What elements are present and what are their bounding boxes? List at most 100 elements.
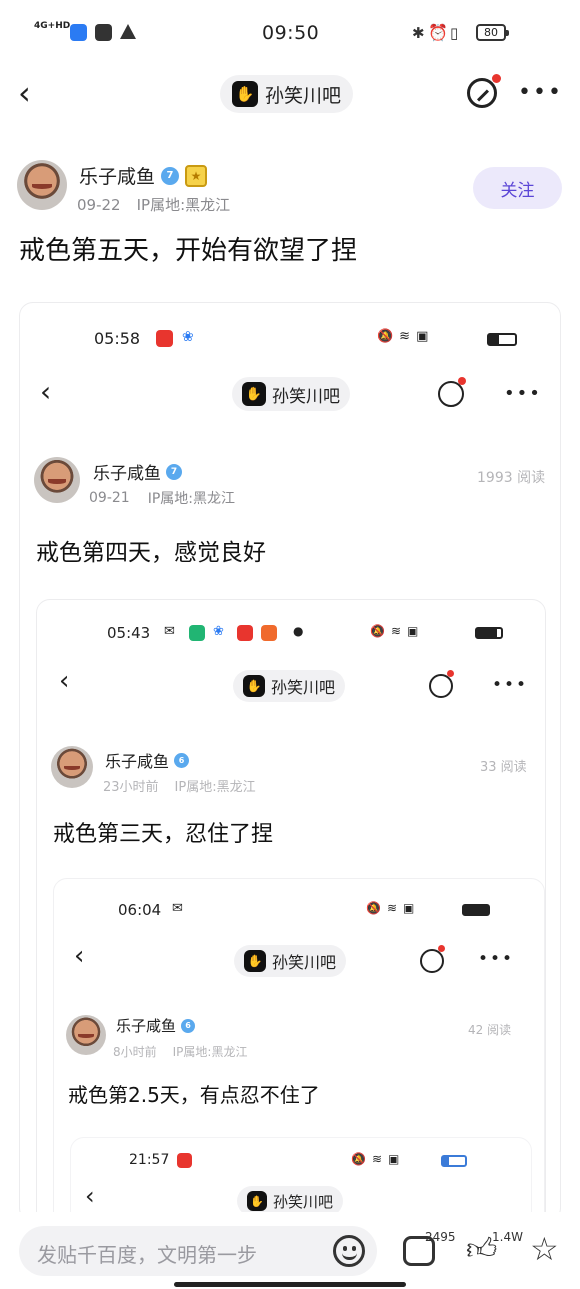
emoji-button[interactable] bbox=[333, 1235, 365, 1267]
post-title: 戒色第五天，开始有欲望了捏 bbox=[19, 236, 358, 266]
shot2-back-icon: ‹ bbox=[59, 666, 70, 696]
shot3-avatar bbox=[66, 1015, 106, 1055]
shot1-ip: IP属地:黑龙江 bbox=[147, 491, 235, 507]
reply-placeholder: 发贴千百度，文明第一步 bbox=[37, 1243, 257, 1267]
level-badge-icon: 7 bbox=[161, 166, 180, 185]
pencil-icon bbox=[476, 89, 490, 102]
shot2-avatar bbox=[51, 746, 93, 788]
shot4-app-icon bbox=[177, 1153, 192, 1168]
shot1-date: 09-21 bbox=[89, 490, 130, 506]
shot1-edit-icon bbox=[438, 377, 466, 407]
shot1-author-name: 乐子咸鱼 bbox=[93, 464, 161, 484]
shot2-forum-name: 孙笑川吧 bbox=[271, 678, 336, 697]
shot2-time: 05:43 bbox=[107, 624, 151, 642]
shot3-title: 戒色第2.5天，有点忍不住了 bbox=[68, 1083, 320, 1107]
shot1-meta: 09-21 IP属地:黑龙江 bbox=[89, 488, 235, 508]
shot3-reads: 42 阅读 bbox=[468, 1023, 512, 1037]
shot3-image: 06:04 ✉ 🔕≋▣ ‹ ✋ 孙笑川吧 ••• 乐子咸鱼 6 8小时前 IP属… bbox=[53, 878, 545, 1221]
forum-pill[interactable]: ✋ 孙笑川吧 bbox=[220, 75, 354, 113]
shot3-forum-avatar-icon: ✋ bbox=[244, 950, 266, 972]
shot1-time: 05:58 bbox=[94, 329, 141, 348]
alarm-icon: ⏰ bbox=[428, 23, 448, 42]
shot1-forum-name: 孙笑川吧 bbox=[272, 386, 340, 407]
status-time: 09:50 bbox=[262, 22, 320, 44]
post-date: 09-22 bbox=[77, 195, 121, 214]
shot1-more-icon: ••• bbox=[504, 383, 542, 404]
orange-app-icon bbox=[261, 625, 277, 641]
notification-dot bbox=[492, 74, 501, 83]
shot2-ip: IP属地:黑龙江 bbox=[174, 780, 256, 795]
shot3-meta: 8小时前 IP属地:黑龙江 bbox=[113, 1043, 247, 1060]
shot2-reads: 33 阅读 bbox=[480, 760, 527, 775]
shot2-battery-icon bbox=[475, 627, 503, 639]
comment-count: 2495 bbox=[425, 1230, 456, 1244]
shot4-battery-icon bbox=[441, 1155, 467, 1167]
reply-input[interactable]: 发贴千百度，文明第一步 bbox=[19, 1226, 377, 1276]
shot1-forum-avatar-icon: ✋ bbox=[242, 382, 266, 406]
shot3-more-icon: ••• bbox=[478, 949, 515, 969]
shot1-back-icon: ‹ bbox=[40, 375, 52, 408]
shot4-forum-name: 孙笑川吧 bbox=[273, 1192, 334, 1211]
author-line: 乐子咸鱼 7 ★ bbox=[79, 162, 208, 189]
more-menu-button[interactable]: ••• bbox=[518, 80, 563, 105]
shot3-forum-pill: ✋ 孙笑川吧 bbox=[234, 945, 347, 977]
shot2-music-icon bbox=[237, 625, 253, 641]
shot4-image: 21:57 🔕≋▣ ‹ ✋ 孙笑川吧 bbox=[70, 1137, 532, 1221]
shot1-level-badge-icon: 7 bbox=[166, 463, 182, 480]
author-name[interactable]: 乐子咸鱼 bbox=[79, 162, 155, 189]
edit-post-button[interactable] bbox=[467, 74, 501, 108]
medal-icon: ★ bbox=[185, 164, 208, 187]
back-button[interactable]: ‹ bbox=[18, 74, 52, 114]
shot2-forum-avatar-icon: ✋ bbox=[243, 675, 265, 697]
vibrate-icon: ▯ bbox=[450, 24, 459, 42]
home-indicator bbox=[174, 1282, 406, 1287]
shot1-title: 戒色第四天，感觉良好 bbox=[36, 540, 266, 566]
battery-indicator: 80 bbox=[476, 24, 509, 41]
shot2-author-name: 乐子咸鱼 bbox=[105, 752, 170, 771]
favorite-star-button[interactable]: ☆ bbox=[530, 1230, 559, 1268]
shot1-status-icons: 🔕≋▣ bbox=[377, 329, 435, 344]
shot2-dot-icon: ● bbox=[293, 624, 304, 638]
shot3-status-icons: 🔕≋▣ bbox=[366, 901, 421, 915]
shot2-more-icon: ••• bbox=[492, 675, 529, 695]
follow-button[interactable]: 关注 bbox=[473, 167, 562, 209]
forum-name: 孙笑川吧 bbox=[265, 84, 342, 107]
like-count: 1.4W bbox=[492, 1230, 523, 1244]
shot3-battery-icon bbox=[462, 904, 490, 916]
shot2-date: 23小时前 bbox=[103, 780, 159, 795]
shot4-back-icon: ‹ bbox=[85, 1182, 95, 1210]
payment-notification-icon bbox=[95, 24, 112, 41]
post-ip: IP属地:黑龙江 bbox=[136, 196, 231, 214]
post-meta: 09-22 IP属地:黑龙江 bbox=[77, 194, 230, 215]
shot2-meta: 23小时前 IP属地:黑龙江 bbox=[103, 776, 256, 795]
shot3-edit-icon bbox=[420, 945, 445, 973]
shot3-level-badge-icon: 6 bbox=[181, 1018, 196, 1033]
post-image[interactable]: 05:58 ❀ 🔕≋▣ ‹ ✋ 孙笑川吧 ••• 乐子咸鱼 7 09-21 IP… bbox=[19, 302, 561, 1222]
shot1-avatar bbox=[34, 457, 80, 503]
network-indicator: 4G+HD bbox=[34, 21, 71, 31]
shot1-author-line: 乐子咸鱼 7 bbox=[93, 459, 182, 484]
shot3-forum-name: 孙笑川吧 bbox=[272, 953, 337, 972]
shot4-time: 21:57 bbox=[129, 1152, 170, 1168]
shot2-image: 05:43 ✉ ❀ ● 🔕≋▣ ‹ ✋ 孙笑川吧 ••• 乐子咸鱼 6 23小时… bbox=[36, 599, 546, 1221]
shot1-reads: 1993 阅读 bbox=[477, 470, 546, 486]
status-bar: 4G+HD 09:50 ✱ ⏰ ▯ 80 bbox=[0, 0, 580, 62]
shot1-forum-pill: ✋ 孙笑川吧 bbox=[232, 377, 350, 411]
bottom-action-bar: 发贴千百度，文明第一步 2495 👍︎ 1.4W ☆ bbox=[0, 1212, 580, 1289]
shot4-status-icons: 🔕≋▣ bbox=[351, 1152, 406, 1166]
shot2-status-icons: 🔕≋▣ bbox=[370, 624, 425, 638]
shot3-ip: IP属地:黑龙江 bbox=[172, 1045, 248, 1059]
forum-avatar-icon: ✋ bbox=[232, 81, 258, 107]
shot3-time: 06:04 bbox=[118, 901, 162, 919]
shot1-battery-icon bbox=[487, 333, 517, 346]
shot3-back-icon: ‹ bbox=[74, 941, 85, 971]
wechat-icon: ✉ bbox=[164, 624, 175, 639]
shot2-level-badge-icon: 6 bbox=[174, 752, 190, 768]
shot3-author-line: 乐子咸鱼 6 bbox=[116, 1015, 196, 1036]
shot3-date: 8小时前 bbox=[113, 1045, 157, 1059]
author-avatar[interactable] bbox=[17, 160, 67, 210]
shot2-title: 戒色第三天，忍住了捏 bbox=[53, 822, 274, 847]
music-app-icon bbox=[156, 330, 173, 347]
warning-icon bbox=[120, 24, 136, 39]
shot3-author-name: 乐子咸鱼 bbox=[116, 1017, 177, 1035]
